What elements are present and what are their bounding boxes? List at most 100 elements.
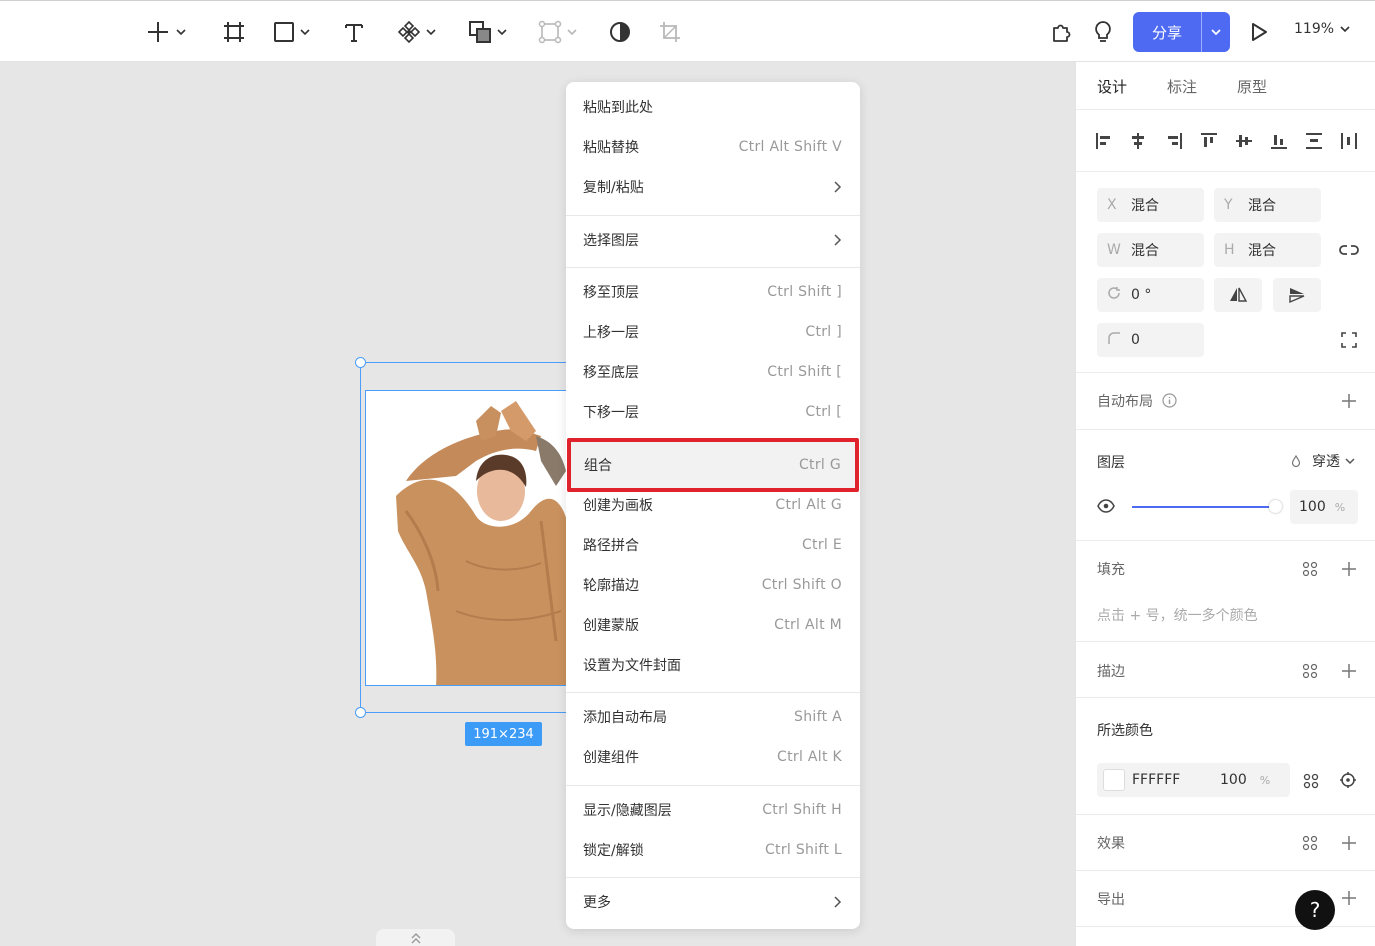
image-frame[interactable] bbox=[365, 390, 580, 686]
properties-panel: 设计 标注 原型 X 混合 Y 混合 W 混合 H 混合 0 ° 0 自动布局 bbox=[1075, 62, 1375, 946]
color-swatch[interactable] bbox=[1103, 769, 1125, 791]
info-icon[interactable] bbox=[1161, 392, 1177, 408]
menu-item-paste-replace[interactable]: 粘贴替换 Ctrl Alt Shift V bbox=[566, 127, 860, 167]
boolean-tool-button[interactable] bbox=[468, 15, 508, 49]
add-effect-button[interactable] bbox=[1339, 833, 1359, 853]
plus-icon bbox=[1342, 394, 1356, 408]
flip-horizontal-button[interactable] bbox=[1214, 278, 1262, 312]
pen-tool-icon bbox=[397, 20, 421, 44]
menu-item-shortcut: Ctrl Alt G bbox=[775, 497, 842, 513]
color-styles-button[interactable] bbox=[1302, 772, 1320, 790]
stroke-styles-button[interactable] bbox=[1301, 662, 1319, 680]
constrain-proportions-button[interactable] bbox=[1338, 240, 1360, 260]
preview-button[interactable] bbox=[1248, 15, 1270, 49]
y-field[interactable]: Y 混合 bbox=[1214, 188, 1321, 222]
visibility-toggle[interactable] bbox=[1096, 498, 1116, 514]
menu-item-add-auto-layout[interactable]: 添加自动布局 Shift A bbox=[566, 697, 860, 737]
inspiration-button[interactable] bbox=[1092, 15, 1114, 49]
corner-radius-field[interactable]: 0 bbox=[1097, 323, 1204, 357]
menu-item-create-component[interactable]: 创建组件 Ctrl Alt K bbox=[566, 737, 860, 777]
add-fill-button[interactable] bbox=[1339, 559, 1359, 579]
plus-icon bbox=[1342, 891, 1356, 905]
tab-prototype[interactable]: 原型 bbox=[1237, 76, 1267, 97]
plugins-button[interactable] bbox=[1050, 15, 1074, 49]
menu-item-shortcut: Ctrl Shift H bbox=[762, 802, 842, 818]
crop-tool-button[interactable] bbox=[658, 15, 682, 49]
align-right-icon[interactable] bbox=[1163, 130, 1185, 152]
menu-item-bring-to-front[interactable]: 移至顶层 Ctrl Shift ] bbox=[566, 272, 860, 312]
menu-item-create-artboard[interactable]: 创建为画板 Ctrl Alt G bbox=[566, 485, 860, 525]
independent-corners-button[interactable] bbox=[1339, 330, 1359, 350]
align-bottom-icon[interactable] bbox=[1268, 130, 1290, 152]
menu-item-copy-paste[interactable]: 复制/粘贴 bbox=[566, 167, 860, 207]
align-horizontal-center-icon[interactable] bbox=[1127, 130, 1149, 152]
menu-item-show-hide-layer[interactable]: 显示/隐藏图层 Ctrl Shift H bbox=[566, 790, 860, 830]
opacity-slider-track[interactable] bbox=[1132, 506, 1275, 508]
menu-item-flatten-path[interactable]: 路径拼合 Ctrl E bbox=[566, 525, 860, 565]
help-button[interactable]: ? bbox=[1295, 890, 1335, 930]
menu-item-send-backward[interactable]: 下移一层 Ctrl [ bbox=[566, 392, 860, 432]
x-field[interactable]: X 混合 bbox=[1097, 188, 1204, 222]
menu-item-shortcut: Ctrl G bbox=[798, 457, 841, 473]
text-tool-button[interactable] bbox=[343, 15, 365, 49]
shape-tool-button[interactable] bbox=[273, 15, 311, 49]
tab-annotate[interactable]: 标注 bbox=[1167, 76, 1197, 97]
menu-item-group[interactable]: 组合 Ctrl G bbox=[567, 438, 859, 492]
mask-tool-button[interactable] bbox=[608, 15, 632, 49]
menu-item-shortcut: Shift A bbox=[794, 709, 842, 725]
flip-vertical-button[interactable] bbox=[1273, 278, 1321, 312]
pen-tool-button[interactable] bbox=[397, 15, 437, 49]
corner-radius-icon bbox=[1107, 331, 1131, 349]
selected-color-field[interactable]: FFFFFF 100 % bbox=[1097, 763, 1290, 797]
blend-mode-dropdown[interactable]: 穿透 bbox=[1290, 451, 1356, 471]
height-field[interactable]: H 混合 bbox=[1214, 233, 1321, 267]
rotation-field[interactable]: 0 ° bbox=[1097, 278, 1204, 312]
width-field[interactable]: W 混合 bbox=[1097, 233, 1204, 267]
mask-icon bbox=[610, 22, 630, 42]
menu-item-more[interactable]: 更多 bbox=[566, 882, 860, 922]
chevron-down-icon bbox=[1345, 458, 1355, 465]
menu-item-label: 路径拼合 bbox=[583, 538, 639, 554]
menu-item-set-cover[interactable]: 设置为文件封面 bbox=[566, 645, 860, 685]
fill-hint: 点击 + 号，统一多个颜色 bbox=[1097, 608, 1258, 624]
distribute-vertical-icon[interactable] bbox=[1303, 130, 1325, 152]
add-auto-layout-button[interactable] bbox=[1339, 391, 1359, 411]
menu-item-shortcut: Ctrl [ bbox=[805, 404, 842, 420]
fill-styles-button[interactable] bbox=[1301, 560, 1319, 578]
menu-item-bring-forward[interactable]: 上移一层 Ctrl ] bbox=[566, 312, 860, 352]
distribute-horizontal-icon[interactable] bbox=[1338, 130, 1360, 152]
percent-sign: % bbox=[1334, 500, 1346, 514]
resize-handle-top-left[interactable] bbox=[355, 357, 366, 368]
blend-mode-value: 穿透 bbox=[1312, 454, 1340, 470]
component-tool-button[interactable] bbox=[538, 15, 578, 49]
menu-item-create-mask[interactable]: 创建蒙版 Ctrl Alt M bbox=[566, 605, 860, 645]
bottom-panel-toggle[interactable] bbox=[376, 929, 455, 946]
tab-design[interactable]: 设计 bbox=[1097, 76, 1127, 97]
add-stroke-button[interactable] bbox=[1339, 661, 1359, 681]
h-label: H bbox=[1224, 242, 1235, 258]
add-tool-button[interactable] bbox=[145, 15, 187, 49]
align-vertical-center-icon[interactable] bbox=[1233, 130, 1255, 152]
add-export-button[interactable] bbox=[1339, 888, 1359, 908]
opacity-slider-thumb[interactable] bbox=[1269, 500, 1282, 513]
share-dropdown-button[interactable] bbox=[1201, 12, 1230, 52]
frame-icon bbox=[224, 22, 244, 42]
component-icon bbox=[538, 20, 562, 44]
menu-item-select-layer[interactable]: 选择图层 bbox=[566, 220, 860, 260]
menu-item-outline-stroke[interactable]: 轮廓描边 Ctrl Shift O bbox=[566, 565, 860, 605]
menu-item-send-to-back[interactable]: 移至底层 Ctrl Shift [ bbox=[566, 352, 860, 392]
align-left-icon[interactable] bbox=[1093, 130, 1115, 152]
menu-item-paste-here[interactable]: 粘贴到此处 bbox=[566, 87, 860, 127]
frame-tool-button[interactable] bbox=[222, 15, 246, 49]
percent-sign: % bbox=[1259, 773, 1271, 787]
opacity-field[interactable]: 100 % bbox=[1290, 490, 1358, 524]
menu-item-lock-unlock[interactable]: 锁定/解锁 Ctrl Shift L bbox=[566, 830, 860, 870]
align-top-icon[interactable] bbox=[1198, 130, 1220, 152]
zoom-dropdown[interactable]: 119% bbox=[1294, 21, 1351, 37]
section-divider bbox=[1076, 372, 1375, 373]
share-button[interactable]: 分享 bbox=[1133, 12, 1201, 52]
resize-handle-bottom-left[interactable] bbox=[355, 707, 366, 718]
boolean-union-icon bbox=[469, 21, 491, 43]
color-picker-button[interactable] bbox=[1338, 770, 1358, 790]
effect-styles-button[interactable] bbox=[1301, 834, 1319, 852]
